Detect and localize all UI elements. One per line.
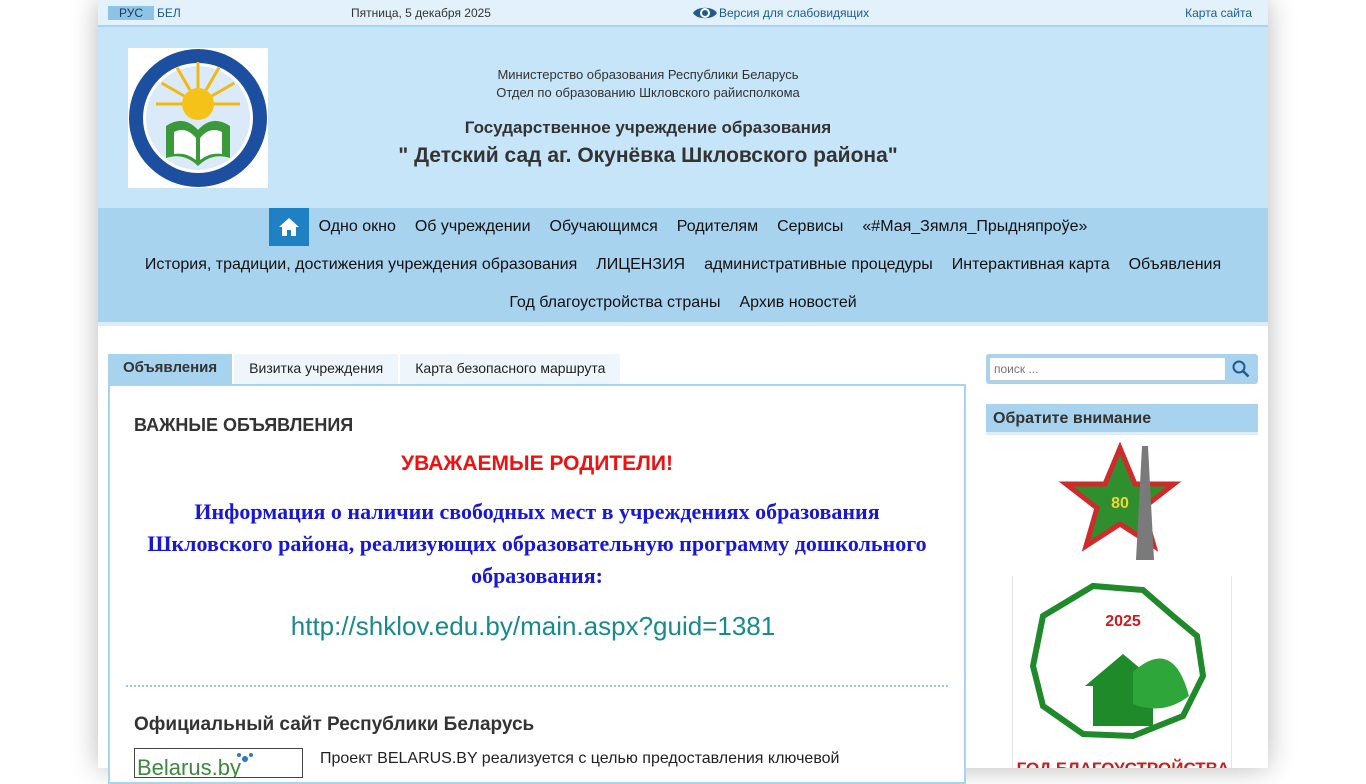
- home-icon: [279, 218, 300, 236]
- low-vision-link[interactable]: Версия для слабовидящих: [692, 3, 869, 23]
- sidebar-heading-text: Обратите внимание: [993, 410, 1152, 427]
- official-site-title: Официальный сайт Республики Беларусь: [134, 714, 535, 735]
- search-input[interactable]: [989, 357, 1226, 381]
- tab-announcements[interactable]: Объявления: [108, 354, 233, 385]
- nav-item-interactive-map[interactable]: Интерактивная карта: [942, 246, 1119, 284]
- search-button[interactable]: [1228, 358, 1254, 380]
- sitemap-link[interactable]: Карта сайта: [1185, 6, 1252, 20]
- nav-item-students[interactable]: Обучающимся: [540, 208, 667, 246]
- victory-80-banner[interactable]: 80: [1050, 441, 1190, 562]
- site-header: Министерство образования Республики Бела…: [98, 27, 1268, 208]
- tab-safe-route-map[interactable]: Карта безопасного маршрута: [400, 354, 621, 384]
- nav-item-parents[interactable]: Родителям: [667, 208, 767, 246]
- nav-item-my-land[interactable]: «#Мая_Зямля_Прыдняпроўе»: [853, 208, 1097, 246]
- nav-item-license[interactable]: ЛИЦЕНЗИЯ: [587, 246, 695, 284]
- info-text: Информация о наличии свободных мест в уч…: [147, 499, 927, 588]
- lang-be-link[interactable]: БЕЛ: [157, 6, 181, 20]
- ministry-emblem-logo[interactable]: [128, 48, 268, 188]
- top-bar: РУС БЕЛ Пятница, 5 декабря 2025 Версия д…: [98, 0, 1268, 27]
- search-box: [986, 354, 1258, 384]
- ministry-name: Министерство образования Республики Бела…: [497, 67, 799, 82]
- tab-content-panel: ВАЖНЫЕ ОБЪЯВЛЕНИЯ УВАЖАЕМЫЕ РОДИТЕЛИ! Ин…: [108, 384, 966, 784]
- svg-text:ГОД БЛАГОУСТРОЙСТВА: ГОД БЛАГОУСТРОЙСТВА: [1017, 759, 1230, 768]
- nav-item-services[interactable]: Сервисы: [768, 208, 853, 246]
- improvement-year-banner[interactable]: 2025 ГОД БЛАГОУСТРОЙСТВА: [1012, 576, 1232, 768]
- search-icon: [1232, 360, 1250, 378]
- low-vision-label: Версия для слабовидящих: [719, 6, 870, 20]
- nav-item-one-window[interactable]: Одно окно: [309, 208, 405, 246]
- page-container: РУС БЕЛ Пятница, 5 декабря 2025 Версия д…: [98, 0, 1268, 784]
- svg-text:2025: 2025: [1105, 613, 1141, 630]
- nav-item-history[interactable]: История, традиции, достижения учреждения…: [135, 246, 586, 284]
- belarus-by-logo[interactable]: Belarus.by: [134, 748, 303, 778]
- project-description: Проект BELARUS.BY реализуется с целью пр…: [320, 750, 840, 767]
- section-title: ВАЖНЫЕ ОБЪЯВЛЕНИЯ: [134, 415, 354, 435]
- department-name: Отдел по образованию Шкловского райиспол…: [496, 85, 800, 100]
- nav-row-2: История, традиции, достижения учреждения…: [98, 246, 1268, 284]
- vacancy-link[interactable]: http://shklov.edu.by/main.aspx?guid=1381: [110, 611, 956, 642]
- nav-divider: [98, 322, 1268, 326]
- svg-text:Belarus.by: Belarus.by: [137, 755, 241, 778]
- nav-row-3: Год благоустройства страны Архив новосте…: [98, 284, 1268, 322]
- main-nav: Одно окно Об учреждении Обучающимся Роди…: [98, 208, 1268, 322]
- tab-business-card[interactable]: Визитка учреждения: [234, 354, 399, 384]
- sidebar-heading: Обратите внимание: [986, 404, 1258, 435]
- nav-item-improvement-year[interactable]: Год благоустройства страны: [500, 284, 730, 322]
- dotted-separator: [126, 685, 948, 687]
- org-type: Государственное учреждение образования: [464, 118, 832, 137]
- nav-item-news-archive[interactable]: Архив новостей: [730, 284, 866, 322]
- content-tabs: Объявления Визитка учреждения Карта безо…: [108, 354, 622, 385]
- current-date: Пятница, 5 декабря 2025: [351, 6, 491, 20]
- eye-icon: [693, 7, 717, 19]
- home-button[interactable]: [269, 208, 310, 246]
- nav-item-about[interactable]: Об учреждении: [405, 208, 540, 246]
- nav-item-admin-procedures[interactable]: административные процедуры: [695, 246, 943, 284]
- nav-row-1: Одно окно Об учреждении Обучающимся Роди…: [98, 208, 1268, 246]
- org-name: " Детский сад аг. Окунёвка Шкловского ра…: [398, 144, 898, 167]
- nav-item-announcements[interactable]: Объявления: [1119, 246, 1231, 284]
- svg-text:80: 80: [1111, 495, 1129, 512]
- lang-ru-button[interactable]: РУС: [108, 6, 154, 20]
- attention-heading: УВАЖАЕМЫЕ РОДИТЕЛИ!: [401, 452, 673, 475]
